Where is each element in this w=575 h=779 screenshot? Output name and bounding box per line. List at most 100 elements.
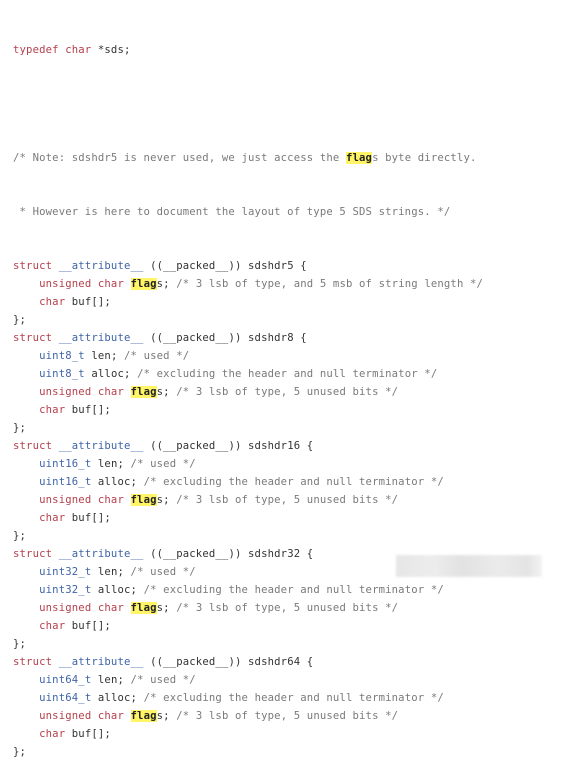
field-type: unsigned char [39,494,124,506]
blurred-watermark [396,555,542,577]
struct-close: }; [13,311,483,329]
struct-field: unsigned char flags; /* 3 lsb of type, 5… [13,707,483,725]
field-type: uint32_t [39,566,92,578]
search-highlight: flag [130,602,157,614]
field-name: s; [156,602,170,614]
comment: /* excluding the header and null termina… [143,692,444,704]
struct-field: uint8_t len; /* used */ [13,347,483,365]
struct-field: uint64_t len; /* used */ [13,671,483,689]
field-name: alloc; [97,584,138,596]
struct-field: uint16_t alloc; /* excluding the header … [13,473,483,491]
struct-name: sdshdr16 [248,440,301,452]
field-type: uint32_t [39,584,92,596]
field-type: unsigned char [39,278,124,290]
comment: /* used */ [130,566,196,578]
field-name: buf[]; [71,296,111,308]
attribute: __attribute__ [58,548,144,560]
field-name: buf[]; [71,404,111,416]
field-type: char [39,728,66,740]
field-name: len; [97,458,125,470]
search-highlight: flag [130,494,157,506]
struct-header: struct __attribute__ ((__packed__)) sdsh… [13,437,483,455]
field-type: unsigned char [39,710,124,722]
field-type: uint64_t [39,674,92,686]
packed-attribute: ((__packed__)) [143,548,249,560]
struct-header: struct __attribute__ ((__packed__)) sdsh… [13,653,483,671]
field-type: uint16_t [39,458,92,470]
field-name: buf[]; [71,512,111,524]
struct-header: struct __attribute__ ((__packed__)) sdsh… [13,329,483,347]
struct-field: char buf[]; [13,617,483,635]
struct-field: unsigned char flags; /* 3 lsb of type, 5… [13,383,483,401]
struct-field: unsigned char flags; /* 3 lsb of type, a… [13,275,483,293]
search-highlight: flag [130,386,157,398]
comment: /* 3 lsb of type, 5 unused bits */ [176,494,399,506]
open-brace: { [293,332,307,344]
code-line-comment-however: * However is here to document the layout… [13,203,483,221]
comment: /* used */ [130,458,196,470]
struct-close: }; [13,527,483,545]
close-brace: }; [13,638,27,650]
field-type: unsigned char [39,386,124,398]
field-name: s; [156,494,170,506]
field-type: uint16_t [39,476,92,488]
packed-attribute: ((__packed__)) [143,656,249,668]
field-type: unsigned char [39,602,124,614]
field-name: alloc; [97,476,138,488]
close-brace: }; [13,314,27,326]
field-type: char [39,296,66,308]
comment: /* excluding the header and null termina… [137,368,438,380]
comment: /* used */ [130,674,196,686]
open-brace: { [300,656,314,668]
open-brace: { [293,260,307,272]
struct-field: unsigned char flags; /* 3 lsb of type, 5… [13,491,483,509]
field-type: uint8_t [39,368,85,380]
comment: /* 3 lsb of type, 5 unused bits */ [176,602,399,614]
struct-field: uint16_t len; /* used */ [13,455,483,473]
packed-attribute: ((__packed__)) [143,332,249,344]
field-name: buf[]; [71,728,111,740]
struct-name: sdshdr64 [248,656,301,668]
field-name: buf[]; [71,620,111,632]
comment: /* 3 lsb of type, 5 unused bits */ [176,710,399,722]
struct-field: char buf[]; [13,725,483,743]
field-type: uint64_t [39,692,92,704]
struct-name: sdshdr8 [248,332,294,344]
field-name: alloc; [91,368,131,380]
comment: /* excluding the header and null termina… [143,476,444,488]
struct-field: uint8_t alloc; /* excluding the header a… [13,365,483,383]
field-type: char [39,512,66,524]
struct-field: char buf[]; [13,509,483,527]
field-type: char [39,404,66,416]
field-name: s; [156,386,170,398]
keyword: struct [13,656,53,668]
code-line-typedef: typedef char *sds; [13,41,483,59]
comment: * However is here to document the layout… [13,206,451,218]
field-type: char [39,620,66,632]
struct-name: sdshdr5 [248,260,294,272]
comment: /* used */ [124,350,190,362]
packed-attribute: ((__packed__)) [143,440,249,452]
attribute: __attribute__ [58,332,144,344]
close-brace: }; [13,530,27,542]
packed-attribute: ((__packed__)) [143,260,249,272]
close-brace: }; [13,422,27,434]
keyword: struct [13,440,53,452]
comment: s byte directly. [372,152,477,164]
struct-field: char buf[]; [13,293,483,311]
field-name: len; [97,674,125,686]
field-type: uint8_t [39,350,85,362]
close-brace: }; [13,746,27,758]
code-block: typedef char *sds; /* Note: sdshdr5 is n… [13,5,483,779]
search-highlight: flag [345,152,373,164]
search-highlight: flag [130,710,157,722]
struct-close: }; [13,419,483,437]
attribute: __attribute__ [58,260,144,272]
struct-field: uint64_t alloc; /* excluding the header … [13,689,483,707]
struct-header: struct __attribute__ ((__packed__)) sdsh… [13,257,483,275]
field-name: s; [156,278,170,290]
field-name: len; [97,566,125,578]
keyword: typedef char [13,44,98,56]
open-brace: { [300,548,314,560]
struct-name: sdshdr32 [248,548,301,560]
